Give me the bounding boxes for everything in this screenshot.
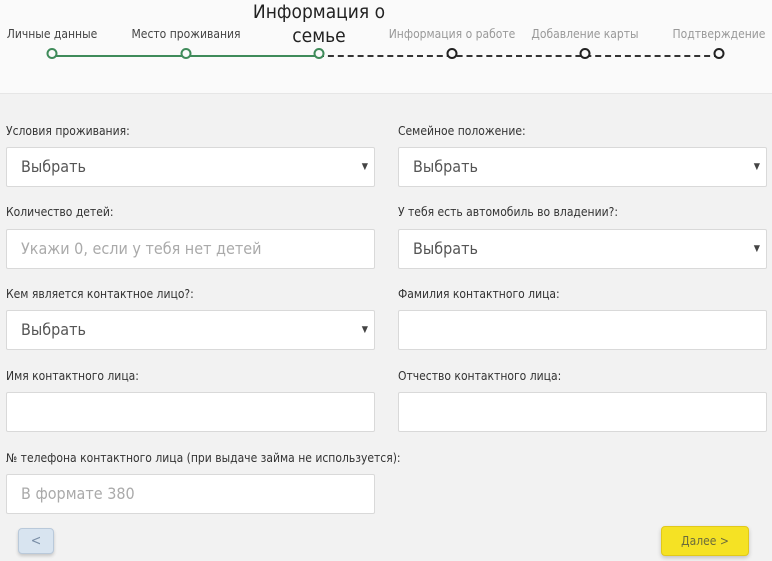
step-dot-family [313, 48, 325, 59]
contact-phone-label: № телефона контактного лица (при выдаче … [6, 451, 401, 465]
chevron-down-icon: ▼ [361, 325, 368, 335]
chevron-down-icon: ▼ [361, 162, 368, 172]
step-label-residence: Место проживания [131, 27, 241, 41]
chevron-down-icon: ▼ [753, 162, 760, 172]
contact-last-name-label: Фамилия контактного лица: [398, 287, 560, 301]
step-label-confirmation: Подтверждение [672, 27, 766, 41]
progress-stepper: Личные данные Место проживания Информаци… [0, 0, 772, 94]
step-label-family: Информация о семье [252, 1, 386, 47]
has-car-label: У тебя есть автомобиль во владении?: [398, 205, 618, 219]
living-conditions-select[interactable]: Выбрать ▼ [6, 147, 375, 187]
contact-relation-select[interactable]: Выбрать ▼ [6, 310, 375, 350]
contact-relation-value: Выбрать [21, 320, 86, 339]
contact-patronymic-input[interactable] [398, 392, 767, 432]
marital-status-label: Семейное положение: [398, 124, 526, 138]
contact-phone-placeholder: В формате 380 [21, 484, 135, 503]
children-count-label: Количество детей: [6, 205, 114, 219]
children-count-input[interactable]: Укажи 0, если у тебя нет детей [6, 229, 375, 269]
living-conditions-value: Выбрать [21, 157, 86, 176]
step-dot-residence [180, 48, 192, 59]
step-dot-confirmation [713, 48, 725, 59]
children-count-placeholder: Укажи 0, если у тебя нет детей [21, 239, 262, 258]
contact-patronymic-label: Отчество контактного лица: [398, 369, 562, 383]
chevron-down-icon: ▼ [753, 244, 760, 254]
step-label-card: Добавление карты [531, 27, 639, 41]
has-car-value: Выбрать [413, 239, 478, 258]
contact-first-name-label: Имя контактного лица: [6, 369, 139, 383]
living-conditions-label: Условия проживания: [6, 124, 130, 138]
marital-status-select[interactable]: Выбрать ▼ [398, 147, 767, 187]
back-button[interactable]: < [18, 528, 54, 554]
has-car-select[interactable]: Выбрать ▼ [398, 229, 767, 269]
contact-first-name-input[interactable] [6, 392, 375, 432]
step-dot-work [446, 48, 458, 59]
contact-last-name-input[interactable] [398, 310, 767, 350]
step-label-work: Информация о работе [388, 27, 516, 41]
step-label-personal: Личные данные [6, 27, 98, 41]
step-dot-card [579, 48, 591, 59]
stepper-track-remaining [318, 55, 720, 57]
contact-phone-input[interactable]: В формате 380 [6, 474, 375, 514]
next-button[interactable]: Далее > [661, 526, 749, 556]
step-dot-personal [46, 48, 58, 59]
marital-status-value: Выбрать [413, 157, 478, 176]
contact-relation-label: Кем является контактное лицо?: [6, 287, 194, 301]
